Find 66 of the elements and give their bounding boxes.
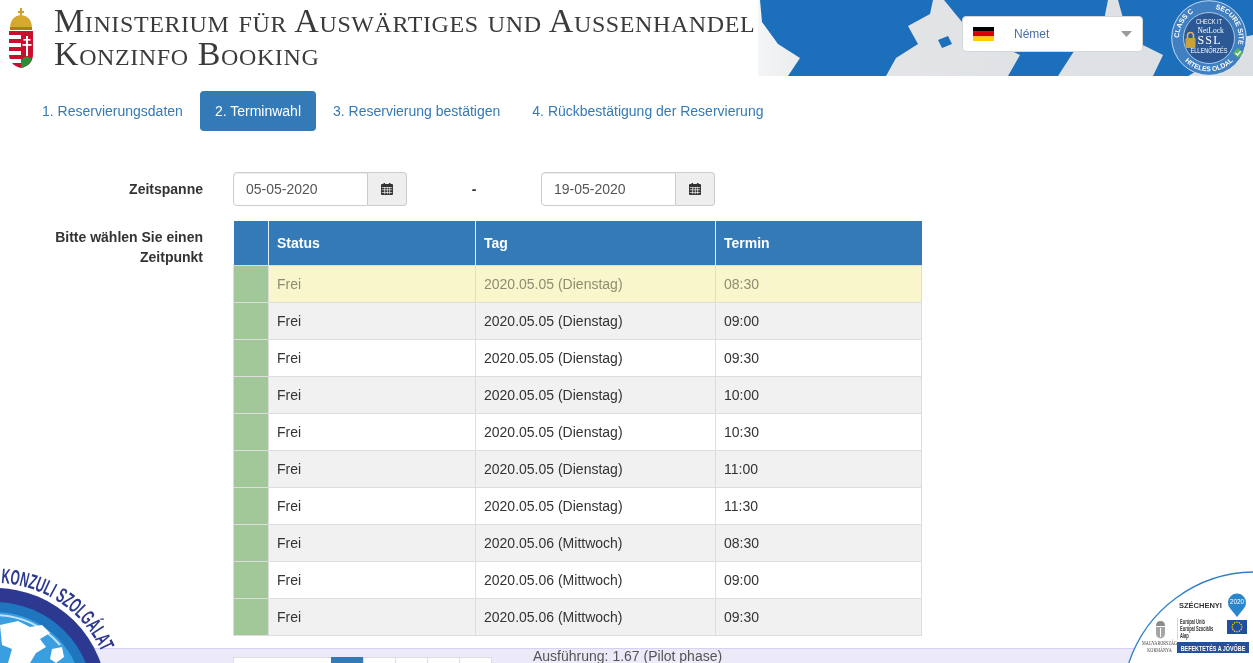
- table-cell: 10:30: [715, 413, 922, 451]
- table-row[interactable]: Frei 2020.05.05 (Dienstag) 10:00: [233, 376, 922, 414]
- table-cell: 2020.05.05 (Dienstag): [475, 487, 716, 525]
- table-cell: 11:30: [715, 487, 922, 525]
- table-cell: Frei: [268, 524, 476, 562]
- period-label: Zeitspanne: [129, 180, 203, 199]
- table-row[interactable]: Frei 2020.05.06 (Mittwoch) 09:00: [233, 561, 922, 599]
- table-row[interactable]: Frei 2020.05.05 (Dienstag) 11:30: [233, 487, 922, 525]
- language-select[interactable]: Német: [962, 16, 1143, 52]
- table-cell: Frei: [268, 302, 476, 340]
- calendar-button[interactable]: [368, 172, 407, 206]
- eu-flag-icon: [1227, 620, 1247, 634]
- table-cell: 09:30: [715, 339, 922, 377]
- table-cell: 09:00: [715, 561, 922, 599]
- version-text: Ausführung: 1.67 (Pilot phase): [533, 649, 723, 663]
- page-button[interactable]: [331, 657, 364, 663]
- step-tab[interactable]: 2. Terminwahl: [199, 91, 316, 131]
- site-subtitle: Konzinfo Booking: [54, 37, 321, 70]
- date-to-field[interactable]: 19-05-2020: [541, 172, 676, 206]
- table-row[interactable]: Frei 2020.05.05 (Dienstag) 09:30: [233, 339, 922, 377]
- step-tab[interactable]: 3. Reservierung bestätigen: [318, 91, 516, 131]
- calendar-icon: [689, 183, 701, 195]
- step-tab[interactable]: 1. Reservierungsdaten: [27, 91, 198, 131]
- table-cell: Frei: [268, 265, 476, 303]
- table-row[interactable]: Frei 2020.05.05 (Dienstag) 11:00: [233, 450, 922, 488]
- table-cell: 09:00: [715, 302, 922, 340]
- table-row[interactable]: Frei 2020.05.05 (Dienstag) 10:30: [233, 413, 922, 451]
- table-cell: Frei: [268, 561, 476, 599]
- table-cell: 2020.05.06 (Mittwoch): [475, 561, 716, 599]
- table-cell: 2020.05.05 (Dienstag): [475, 339, 716, 377]
- table-cell: Frei: [268, 376, 476, 414]
- table-row[interactable]: Frei 2020.05.06 (Mittwoch) 09:30: [233, 598, 922, 636]
- flag-icon: [973, 27, 994, 41]
- table-row[interactable]: Frei 2020.05.05 (Dienstag) 09:00: [233, 302, 922, 340]
- site-title: Ministerium für Auswärtiges und Aussenhandel: [54, 4, 756, 37]
- slot-label: Bitte wählen Sie einen Zeitpunkt: [54, 228, 203, 267]
- table-cell: 2020.05.05 (Dienstag): [475, 265, 716, 303]
- table-cell: 10:00: [715, 376, 922, 414]
- table-cell: 2020.05.05 (Dienstag): [475, 376, 716, 414]
- date-from-field[interactable]: 05-05-2020: [233, 172, 368, 206]
- caret-icon: [1121, 31, 1132, 37]
- table-cell: 2020.05.05 (Dienstag): [475, 450, 716, 488]
- table-cell: Frei: [268, 487, 476, 525]
- column-header: Tag: [475, 221, 716, 266]
- table-cell: Frei: [268, 450, 476, 488]
- coat-of-arms-icon: [1156, 621, 1165, 639]
- calendar-button[interactable]: [676, 172, 715, 206]
- step-tab[interactable]: 4. Rückbestätigung der Reservierung: [517, 91, 779, 131]
- table-row[interactable]: Frei 2020.05.06 (Mittwoch) 08:30: [233, 524, 922, 562]
- table-cell: Frei: [268, 413, 476, 451]
- table-cell: 2020.05.06 (Mittwoch): [475, 524, 716, 562]
- table-cell: 09:30: [715, 598, 922, 636]
- range-separator: -: [471, 180, 477, 199]
- calendar-icon: [381, 183, 393, 195]
- table-cell: 11:00: [715, 450, 922, 488]
- column-header: [233, 221, 269, 266]
- table-cell: 2020.05.06 (Mittwoch): [475, 598, 716, 636]
- table-cell: 08:30: [715, 265, 922, 303]
- column-header: Termin: [715, 221, 922, 266]
- table-cell: 08:30: [715, 524, 922, 562]
- coat-of-arms-icon: [6, 8, 36, 68]
- table-cell: 2020.05.05 (Dienstag): [475, 413, 716, 451]
- table-cell: 2020.05.05 (Dienstag): [475, 302, 716, 340]
- column-header: Status: [268, 221, 476, 266]
- table-cell: Frei: [268, 339, 476, 377]
- table-cell: Frei: [268, 598, 476, 636]
